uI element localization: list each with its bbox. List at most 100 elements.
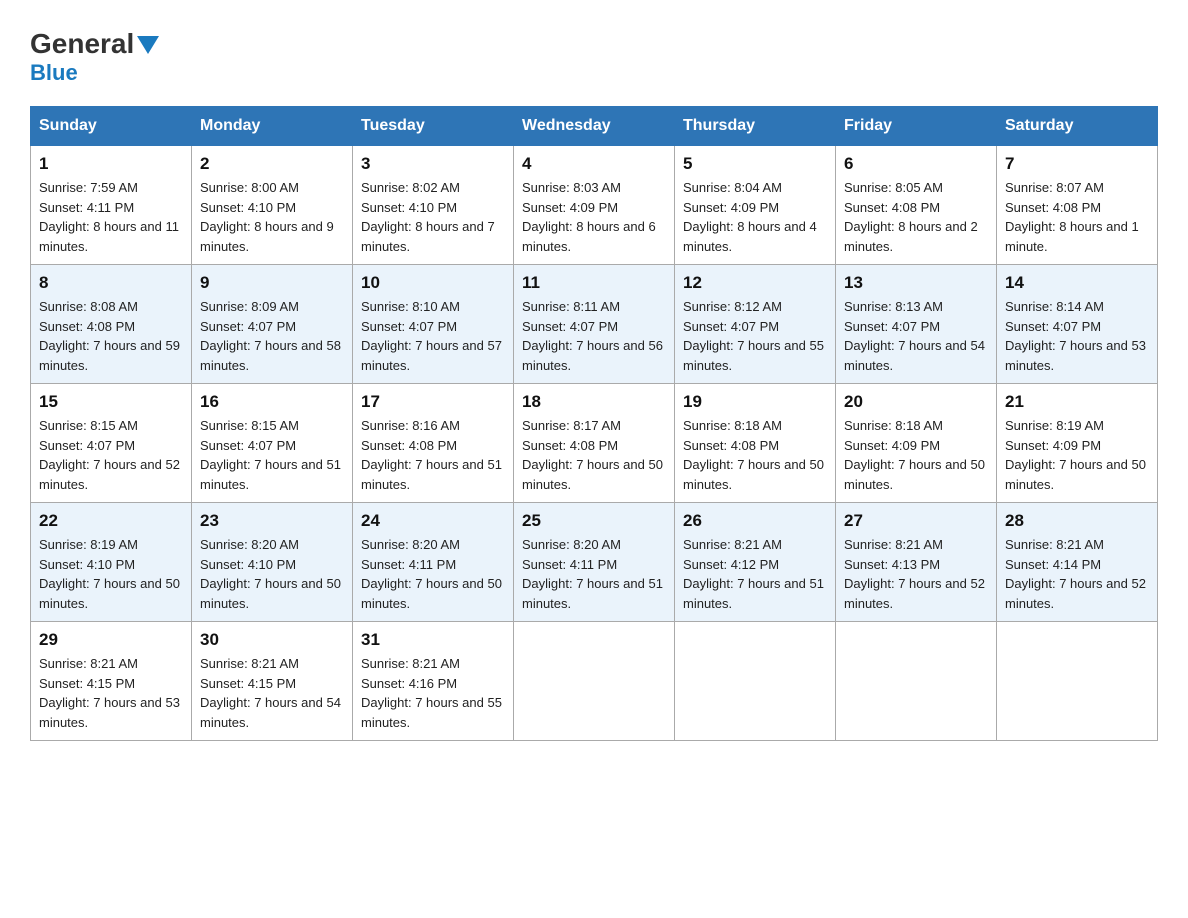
day-number: 28 (1005, 511, 1149, 531)
day-number: 7 (1005, 154, 1149, 174)
day-number: 31 (361, 630, 505, 650)
day-info: Sunrise: 8:20 AMSunset: 4:11 PMDaylight:… (361, 535, 505, 613)
day-number: 4 (522, 154, 666, 174)
calendar-table: SundayMondayTuesdayWednesdayThursdayFrid… (30, 106, 1158, 741)
calendar-week-row: 15 Sunrise: 8:15 AMSunset: 4:07 PMDayligh… (31, 384, 1158, 503)
calendar-day-cell: 30 Sunrise: 8:21 AMSunset: 4:15 PMDayligh… (192, 622, 353, 741)
day-info: Sunrise: 8:20 AMSunset: 4:11 PMDaylight:… (522, 535, 666, 613)
calendar-day-cell: 14 Sunrise: 8:14 AMSunset: 4:07 PMDayligh… (997, 265, 1158, 384)
day-info: Sunrise: 8:18 AMSunset: 4:09 PMDaylight:… (844, 416, 988, 494)
calendar-day-cell: 6Sunrise: 8:05 AMSunset: 4:08 PMDaylight… (836, 146, 997, 265)
day-info: Sunrise: 8:08 AMSunset: 4:08 PMDaylight:… (39, 297, 183, 375)
day-number: 19 (683, 392, 827, 412)
day-info: Sunrise: 8:14 AMSunset: 4:07 PMDaylight:… (1005, 297, 1149, 375)
day-of-week-header: Monday (192, 107, 353, 146)
calendar-day-cell: 18 Sunrise: 8:17 AMSunset: 4:08 PMDayligh… (514, 384, 675, 503)
day-number: 3 (361, 154, 505, 174)
day-number: 1 (39, 154, 183, 174)
calendar-day-cell: 21 Sunrise: 8:19 AMSunset: 4:09 PMDayligh… (997, 384, 1158, 503)
calendar-header-row: SundayMondayTuesdayWednesdayThursdayFrid… (31, 107, 1158, 146)
day-info: Sunrise: 8:03 AMSunset: 4:09 PMDaylight:… (522, 178, 666, 256)
calendar-day-cell: 28 Sunrise: 8:21 AMSunset: 4:14 PMDayligh… (997, 503, 1158, 622)
day-info: Sunrise: 8:19 AMSunset: 4:10 PMDaylight:… (39, 535, 183, 613)
day-number: 9 (200, 273, 344, 293)
calendar-day-cell (514, 622, 675, 741)
day-number: 23 (200, 511, 344, 531)
day-of-week-header: Sunday (31, 107, 192, 146)
day-info: Sunrise: 8:21 AMSunset: 4:16 PMDaylight:… (361, 654, 505, 732)
day-of-week-header: Thursday (675, 107, 836, 146)
calendar-day-cell: 23Sunrise: 8:20 AMSunset: 4:10 PMDayligh… (192, 503, 353, 622)
page-header: General Blue (30, 30, 1158, 86)
day-info: Sunrise: 8:13 AMSunset: 4:07 PMDaylight:… (844, 297, 988, 375)
day-info: Sunrise: 8:18 AMSunset: 4:08 PMDaylight:… (683, 416, 827, 494)
day-info: Sunrise: 8:09 AMSunset: 4:07 PMDaylight:… (200, 297, 344, 375)
day-number: 21 (1005, 392, 1149, 412)
calendar-day-cell: 24 Sunrise: 8:20 AMSunset: 4:11 PMDayligh… (353, 503, 514, 622)
day-info: Sunrise: 8:04 AMSunset: 4:09 PMDaylight:… (683, 178, 827, 256)
day-number: 15 (39, 392, 183, 412)
calendar-week-row: 8 Sunrise: 8:08 AMSunset: 4:08 PMDaylight… (31, 265, 1158, 384)
calendar-week-row: 22 Sunrise: 8:19 AMSunset: 4:10 PMDayligh… (31, 503, 1158, 622)
day-info: Sunrise: 8:21 AMSunset: 4:15 PMDaylight:… (200, 654, 344, 732)
day-number: 18 (522, 392, 666, 412)
calendar-day-cell: 7 Sunrise: 8:07 AMSunset: 4:08 PMDaylight… (997, 146, 1158, 265)
day-number: 11 (522, 273, 666, 293)
day-number: 14 (1005, 273, 1149, 293)
calendar-day-cell: 29Sunrise: 8:21 AMSunset: 4:15 PMDayligh… (31, 622, 192, 741)
day-info: Sunrise: 8:19 AMSunset: 4:09 PMDaylight:… (1005, 416, 1149, 494)
day-number: 17 (361, 392, 505, 412)
logo-main-text: General (30, 30, 134, 58)
calendar-day-cell (997, 622, 1158, 741)
calendar-day-cell (675, 622, 836, 741)
calendar-day-cell: 4 Sunrise: 8:03 AMSunset: 4:09 PMDaylight… (514, 146, 675, 265)
calendar-day-cell: 12 Sunrise: 8:12 AMSunset: 4:07 PMDayligh… (675, 265, 836, 384)
calendar-week-row: 29Sunrise: 8:21 AMSunset: 4:15 PMDayligh… (31, 622, 1158, 741)
day-info: Sunrise: 7:59 AMSunset: 4:11 PMDaylight:… (39, 178, 183, 256)
calendar-day-cell: 20 Sunrise: 8:18 AMSunset: 4:09 PMDayligh… (836, 384, 997, 503)
day-number: 10 (361, 273, 505, 293)
calendar-day-cell: 10 Sunrise: 8:10 AMSunset: 4:07 PMDayligh… (353, 265, 514, 384)
logo: General Blue (30, 30, 159, 86)
day-number: 16 (200, 392, 344, 412)
day-info: Sunrise: 8:15 AMSunset: 4:07 PMDaylight:… (39, 416, 183, 494)
day-info: Sunrise: 8:21 AMSunset: 4:14 PMDaylight:… (1005, 535, 1149, 613)
calendar-day-cell: 11Sunrise: 8:11 AMSunset: 4:07 PMDayligh… (514, 265, 675, 384)
day-of-week-header: Tuesday (353, 107, 514, 146)
day-number: 25 (522, 511, 666, 531)
day-info: Sunrise: 8:17 AMSunset: 4:08 PMDaylight:… (522, 416, 666, 494)
day-info: Sunrise: 8:15 AMSunset: 4:07 PMDaylight:… (200, 416, 344, 494)
logo-icon (137, 36, 159, 54)
day-number: 26 (683, 511, 827, 531)
calendar-day-cell: 8 Sunrise: 8:08 AMSunset: 4:08 PMDaylight… (31, 265, 192, 384)
calendar-week-row: 1 Sunrise: 7:59 AMSunset: 4:11 PMDaylight… (31, 146, 1158, 265)
calendar-day-cell: 13Sunrise: 8:13 AMSunset: 4:07 PMDayligh… (836, 265, 997, 384)
day-number: 8 (39, 273, 183, 293)
day-of-week-header: Friday (836, 107, 997, 146)
day-number: 20 (844, 392, 988, 412)
calendar-day-cell: 5 Sunrise: 8:04 AMSunset: 4:09 PMDaylight… (675, 146, 836, 265)
calendar-day-cell: 3 Sunrise: 8:02 AMSunset: 4:10 PMDaylight… (353, 146, 514, 265)
day-info: Sunrise: 8:10 AMSunset: 4:07 PMDaylight:… (361, 297, 505, 375)
calendar-day-cell: 31 Sunrise: 8:21 AMSunset: 4:16 PMDayligh… (353, 622, 514, 741)
day-of-week-header: Saturday (997, 107, 1158, 146)
calendar-day-cell: 15 Sunrise: 8:15 AMSunset: 4:07 PMDayligh… (31, 384, 192, 503)
day-number: 5 (683, 154, 827, 174)
day-number: 30 (200, 630, 344, 650)
day-info: Sunrise: 8:16 AMSunset: 4:08 PMDaylight:… (361, 416, 505, 494)
day-number: 27 (844, 511, 988, 531)
calendar-day-cell: 19 Sunrise: 8:18 AMSunset: 4:08 PMDayligh… (675, 384, 836, 503)
calendar-day-cell: 17 Sunrise: 8:16 AMSunset: 4:08 PMDayligh… (353, 384, 514, 503)
calendar-day-cell (836, 622, 997, 741)
calendar-day-cell: 26Sunrise: 8:21 AMSunset: 4:12 PMDayligh… (675, 503, 836, 622)
day-of-week-header: Wednesday (514, 107, 675, 146)
day-number: 22 (39, 511, 183, 531)
day-info: Sunrise: 8:02 AMSunset: 4:10 PMDaylight:… (361, 178, 505, 256)
calendar-day-cell: 2Sunrise: 8:00 AMSunset: 4:10 PMDaylight… (192, 146, 353, 265)
day-info: Sunrise: 8:12 AMSunset: 4:07 PMDaylight:… (683, 297, 827, 375)
day-number: 12 (683, 273, 827, 293)
day-number: 24 (361, 511, 505, 531)
calendar-day-cell: 16 Sunrise: 8:15 AMSunset: 4:07 PMDayligh… (192, 384, 353, 503)
calendar-day-cell: 27Sunrise: 8:21 AMSunset: 4:13 PMDayligh… (836, 503, 997, 622)
day-info: Sunrise: 8:07 AMSunset: 4:08 PMDaylight:… (1005, 178, 1149, 256)
